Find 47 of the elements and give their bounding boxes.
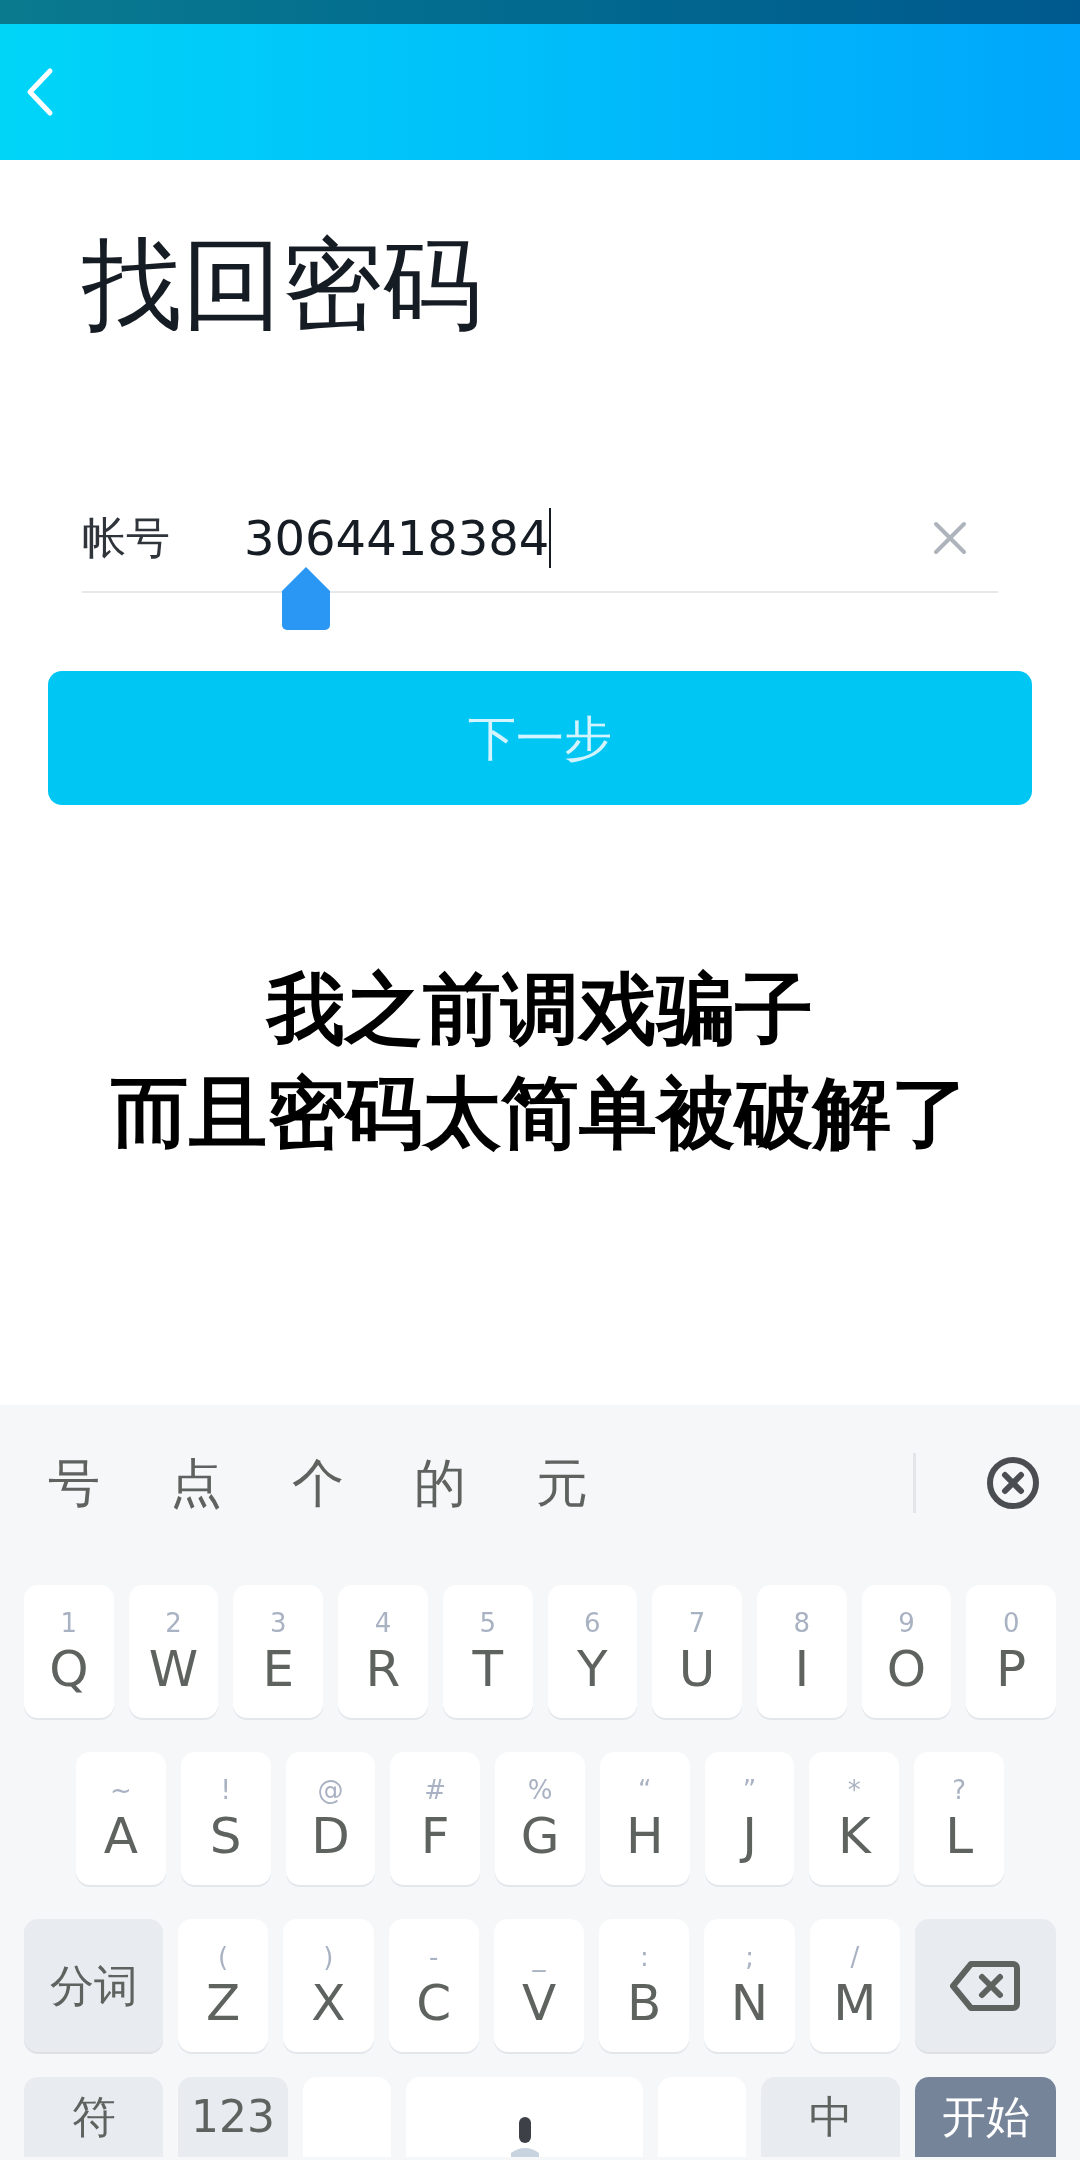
keyboard-key[interactable]: % G — [495, 1752, 585, 1885]
field-label: 帐号 — [82, 511, 171, 565]
keyboard-key[interactable]: 分词 — [24, 1919, 163, 2052]
keyboard-key[interactable]: 8 I — [756, 1585, 847, 1718]
keyboard-key[interactable]: @ D — [285, 1752, 376, 1885]
start-key[interactable]: 开始 — [915, 2077, 1056, 2157]
backspace-key[interactable] — [914, 1919, 1056, 2052]
keyboard-key[interactable]: - C — [388, 1919, 479, 2052]
keyboard-key[interactable]: 6 Y — [547, 1585, 638, 1718]
keyboard-key[interactable]: / M — [809, 1919, 900, 2052]
keyboard-key[interactable]: ) X — [283, 1919, 374, 2052]
candidate-word[interactable]: 号 — [48, 1443, 100, 1522]
candidate-word[interactable]: 点 — [170, 1443, 222, 1522]
keyboard-key[interactable]: ; N — [704, 1919, 795, 2052]
candidate-word[interactable]: 元 — [536, 1443, 588, 1522]
keyboard-key[interactable]: 0 P — [966, 1585, 1057, 1718]
keyboard-key[interactable]: 中 — [761, 2077, 900, 2157]
keyboard-key[interactable]: 3 E — [233, 1585, 324, 1718]
keyboard-key[interactable]: ” J — [704, 1752, 795, 1885]
keyboard-key[interactable]: * K — [809, 1752, 900, 1885]
keyboard-key[interactable]: # F — [390, 1752, 481, 1885]
keyboard-key[interactable]: 4 R — [338, 1585, 428, 1718]
caption-text: 我之前调戏骗子 — [267, 965, 813, 1055]
keyboard-key[interactable]: ? L — [914, 1752, 1005, 1885]
keyboard-key[interactable]: ( Z — [178, 1919, 269, 2052]
keyboard-key[interactable]: “ H — [599, 1752, 690, 1885]
page-title: 找回密码 — [82, 235, 483, 335]
cursor-handle-icon[interactable] — [280, 565, 332, 631]
keyboard-key[interactable]: 123 — [178, 2077, 288, 2157]
space-key[interactable] — [406, 2077, 643, 2157]
keyboard-key[interactable]: 7 U — [652, 1585, 742, 1718]
keyboard-key[interactable]: 符 — [24, 2077, 163, 2157]
keyboard-key[interactable]: 2 W — [128, 1585, 219, 1718]
keyboard-key[interactable]: 5 T — [442, 1585, 533, 1718]
backspace-icon — [949, 1959, 1022, 2012]
keyboard-key[interactable]: ! S — [180, 1752, 271, 1885]
caption-text: 而且密码太简单被破解了 — [111, 1068, 969, 1159]
keyboard-key[interactable]: : B — [599, 1919, 690, 2052]
keyboard-key[interactable]: 1 Q — [24, 1585, 114, 1718]
keyboard-key[interactable]: 9 O — [861, 1585, 952, 1718]
account-input[interactable]: 3064418384 — [244, 502, 932, 574]
candidate-word[interactable]: 的 — [414, 1443, 466, 1522]
close-icon[interactable] — [986, 1455, 1040, 1510]
keyboard-key[interactable]: _ V — [493, 1919, 585, 2052]
keyboard-key[interactable]: ~ A — [76, 1752, 166, 1885]
candidate-word[interactable]: 个 — [292, 1443, 344, 1522]
clear-icon[interactable] — [932, 520, 968, 556]
